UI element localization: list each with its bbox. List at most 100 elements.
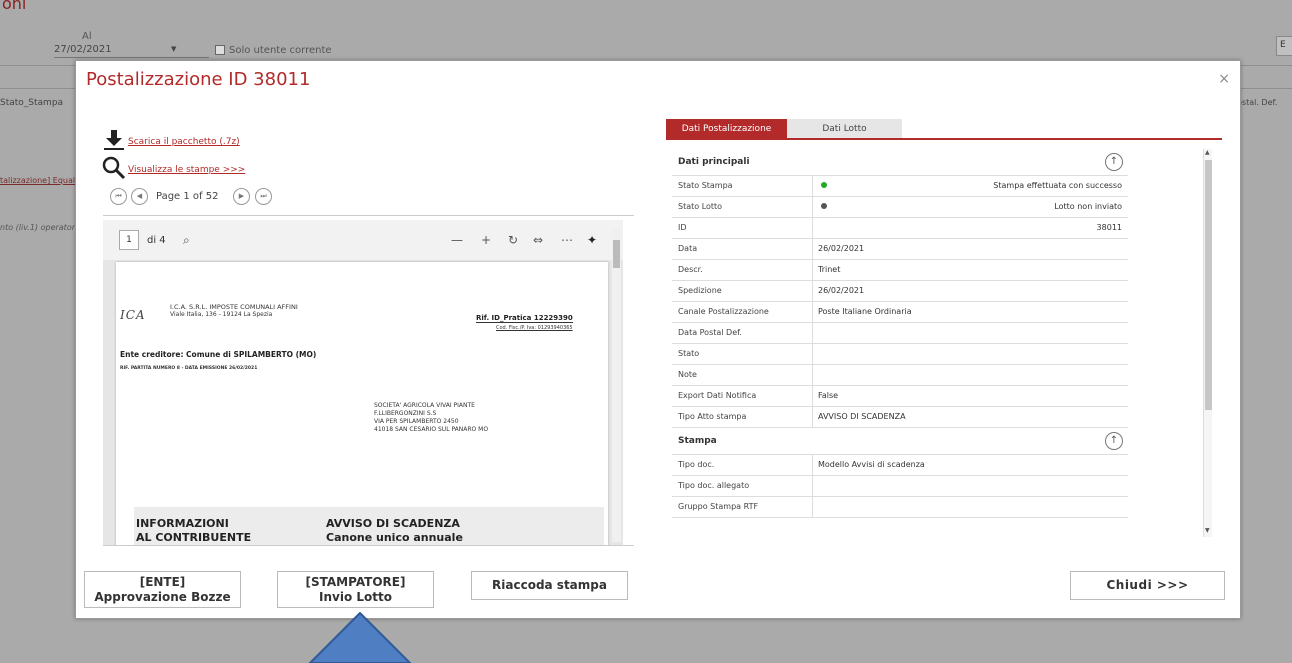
button-line: Invio Lotto	[319, 589, 392, 604]
button-line: [ENTE]	[139, 574, 186, 589]
divider	[812, 281, 813, 302]
detail-label: Tipo Atto stampa	[678, 412, 747, 421]
detail-value: 26/02/2021	[818, 244, 865, 253]
detail-row: Export Dati Notifica False	[672, 386, 1128, 407]
postalizzazione-dialog: Postalizzazione ID 38011 × Scarica il pa…	[75, 60, 1241, 619]
annotation-arrow-icon	[308, 612, 412, 663]
detail-row: Tipo doc. Modello Avvisi di scadenza	[672, 455, 1128, 476]
view-prints-link[interactable]: Visualizza le stampe >>>	[128, 165, 245, 175]
details-scrollbar[interactable]: ▲ ▼	[1203, 149, 1212, 537]
zoom-in-icon[interactable]: +	[481, 233, 491, 247]
detail-row: Stato Stampa Stampa effettuata con succes…	[672, 176, 1128, 197]
divider	[812, 476, 813, 497]
close-icon[interactable]: ×	[1218, 71, 1230, 87]
fit-page-icon[interactable]: ⇔	[533, 233, 543, 247]
rotate-icon[interactable]: ↻	[508, 233, 518, 247]
pdf-scrollbar[interactable]	[612, 228, 621, 542]
detail-value: 38011	[1096, 223, 1122, 232]
pdf-viewer[interactable]: 1 di 4 ⌕ — + ↻ ⇔ ⋯ ✦ ICA I.C.A. S.R.L. I…	[103, 220, 623, 545]
scroll-down-icon[interactable]: ▼	[1205, 527, 1210, 534]
detail-row: Tipo doc. allegato	[672, 476, 1128, 497]
detail-value: Stampa effettuata con successo	[993, 181, 1122, 190]
column-header-stato-stampa[interactable]: Stato_Stampa	[0, 98, 63, 108]
riaccoda-stampa-button[interactable]: Riaccoda stampa	[471, 571, 628, 600]
download-icon[interactable]	[102, 128, 126, 152]
divider	[812, 365, 813, 386]
solo-utente-checkbox[interactable]	[215, 45, 225, 55]
tab-dati-postalizzazione[interactable]: Dati Postalizzazione	[666, 119, 787, 140]
export-button[interactable]: E	[1276, 36, 1292, 56]
detail-value: Lotto non inviato	[1054, 202, 1122, 211]
divider	[812, 344, 813, 365]
more-options-icon[interactable]: ⋯	[561, 233, 573, 247]
ica-logo: ICA	[120, 308, 146, 322]
detail-row: ID 38011	[672, 218, 1128, 239]
notice-subheading: Canone unico annuale	[326, 531, 463, 544]
collapse-up-icon[interactable]: ↑	[1105, 432, 1123, 450]
divider	[103, 215, 634, 216]
detail-label: Data	[678, 244, 698, 253]
detail-label: Stato Lotto	[678, 202, 723, 211]
detail-label: Export Dati Notifica	[678, 391, 757, 400]
zoom-out-icon[interactable]: —	[451, 233, 463, 247]
pager-text: Page 1 of 52	[156, 191, 219, 202]
button-line: [STAMPATORE]	[305, 574, 406, 589]
solo-utente-label: Solo utente corrente	[229, 45, 332, 56]
chevron-down-icon: ▼	[171, 45, 177, 53]
detail-row: Gruppo Stampa RTF	[672, 497, 1128, 518]
detail-row: Stato Lotto Lotto non inviato	[672, 197, 1128, 218]
divider	[812, 302, 813, 323]
detail-row: Data 26/02/2021	[672, 239, 1128, 260]
detail-value: Poste Italiane Ordinaria	[818, 307, 912, 316]
tab-dati-lotto[interactable]: Dati Lotto	[787, 119, 902, 140]
date-field[interactable]: 27/02/2021 ▼	[54, 44, 209, 58]
detail-label: Gruppo Stampa RTF	[678, 502, 759, 511]
tab-underline	[666, 138, 1222, 140]
detail-row: Data Postal Def.	[672, 323, 1128, 344]
detail-value: AVVISO DI SCADENZA	[818, 412, 906, 421]
pdf-page: ICA I.C.A. S.R.L. IMPOSTE COMUNALI AFFIN…	[116, 262, 608, 545]
notice-heading: AVVISO DI SCADENZA	[326, 517, 460, 530]
first-page-icon[interactable]: ⏮	[110, 188, 127, 205]
detail-row: Tipo Atto stampa AVVISO DI SCADENZA	[672, 407, 1128, 428]
chiudi-button[interactable]: Chiudi >>>	[1070, 571, 1225, 600]
search-icon[interactable]: ⌕	[183, 233, 190, 248]
background-title: oni	[2, 0, 27, 13]
column-header-postal-def[interactable]: ostal. Def.	[1237, 98, 1277, 107]
button-line: Approvazione Bozze	[94, 589, 231, 604]
detail-label: Spedizione	[678, 286, 722, 295]
pin-icon[interactable]: ✦	[587, 233, 597, 247]
status-dot-icon	[821, 203, 827, 209]
detail-label: Canale Postalizzazione	[678, 307, 769, 316]
section-stampa: Stampa ↑	[672, 428, 1128, 455]
collapse-up-icon[interactable]: ↑	[1105, 153, 1123, 171]
pdf-scrollbar-thumb[interactable]	[613, 240, 620, 268]
detail-row: Stato	[672, 344, 1128, 365]
detail-label: Tipo doc. allegato	[678, 481, 750, 490]
ref-line: RIF. PARTITA NUMERO 8 - DATA EMISSIONE 2…	[120, 366, 258, 371]
scroll-up-icon[interactable]: ▲	[1205, 149, 1210, 156]
pratica-ref: Rif. ID_Pratica 12229390	[476, 314, 573, 323]
approvazione-bozze-button[interactable]: [ENTE] Approvazione Bozze	[84, 571, 241, 608]
details-grid: Dati principali ↑ Stato Stampa Stampa eff…	[672, 149, 1128, 537]
magnifier-icon[interactable]	[102, 156, 126, 180]
section-label: Dati principali	[678, 157, 750, 167]
prev-page-icon[interactable]: ◀	[131, 188, 148, 205]
detail-label: Data Postal Def.	[678, 328, 742, 337]
company-name: I.C.A. S.R.L. IMPOSTE COMUNALI AFFINI	[170, 303, 298, 311]
section-label: Stampa	[678, 436, 717, 446]
fiscal-code: Cod. Fisc./P. Iva: 01293940365	[496, 325, 573, 331]
next-page-icon[interactable]: ▶	[233, 188, 250, 205]
detail-label: Stato	[678, 349, 700, 358]
last-page-icon[interactable]: ⏭	[255, 188, 272, 205]
divider	[103, 545, 634, 546]
section-dati-principali: Dati principali ↑	[672, 149, 1128, 176]
details-scrollbar-thumb[interactable]	[1205, 160, 1212, 410]
download-package-link[interactable]: Scarica il pacchetto (.7z)	[128, 137, 240, 147]
date-value: 27/02/2021	[54, 44, 112, 55]
detail-row: Note	[672, 365, 1128, 386]
page-number-input[interactable]: 1	[119, 230, 139, 250]
invio-lotto-button[interactable]: [STAMPATORE] Invio Lotto	[277, 571, 434, 608]
divider	[812, 386, 813, 407]
background-link[interactable]: talizzazione] Equal	[0, 176, 75, 185]
